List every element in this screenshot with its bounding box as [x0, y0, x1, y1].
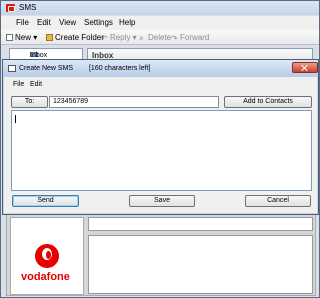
- forward-button-label: Forward: [180, 33, 210, 42]
- dialog-titlebar[interactable]: Create New SMS [160 characters left]: [3, 60, 318, 77]
- main-toolbar: New ▾ Create Folder ↶ Reply ▾ × Delete ↷ Fo…: [1, 30, 319, 45]
- forward-icon: ↷: [171, 34, 178, 43]
- send-button[interactable]: Send: [12, 195, 79, 207]
- close-button[interactable]: [292, 62, 318, 73]
- message-text-area[interactable]: [11, 110, 312, 191]
- dialog-menu-file[interactable]: File: [13, 81, 24, 88]
- message-preview-header: [88, 217, 313, 231]
- vodafone-logo-icon: [35, 244, 59, 268]
- save-button[interactable]: Save: [129, 195, 195, 207]
- delete-button[interactable]: × Delete: [139, 33, 172, 43]
- folder-icon: [46, 34, 53, 41]
- menu-edit[interactable]: Edit: [37, 18, 51, 27]
- forward-button[interactable]: ↷ Forward: [171, 33, 210, 43]
- characters-left-counter: [160 characters left]: [88, 65, 151, 72]
- add-to-contacts-button[interactable]: Add to Contacts: [224, 96, 312, 108]
- dialog-menubar: File Edit: [3, 78, 318, 90]
- menu-settings[interactable]: Settings: [84, 18, 113, 27]
- sms-main-window: SMS File Edit View Settings Help New ▾ C…: [0, 0, 320, 298]
- cancel-button[interactable]: Cancel: [245, 195, 311, 207]
- vodafone-logo-text: vodafone: [21, 271, 70, 283]
- folder-item-inbox[interactable]: Inbox: [30, 52, 47, 59]
- main-titlebar[interactable]: SMS: [1, 1, 319, 15]
- new-button[interactable]: New ▾: [6, 33, 37, 42]
- delete-icon: ×: [139, 34, 144, 43]
- menu-help[interactable]: Help: [119, 18, 135, 27]
- main-window-title: SMS: [19, 3, 37, 12]
- menu-file[interactable]: File: [16, 18, 29, 27]
- sms-app-icon: [6, 4, 15, 12]
- recipient-input[interactable]: 123456789: [49, 96, 219, 108]
- new-button-label: New: [15, 33, 32, 42]
- create-folder-label: Create Folder: [55, 33, 104, 42]
- delete-button-label: Delete: [148, 33, 172, 42]
- reply-icon: ↶: [101, 34, 108, 43]
- create-folder-button[interactable]: Create Folder: [46, 33, 104, 42]
- menu-view[interactable]: View: [59, 18, 76, 27]
- dialog-menu-edit[interactable]: Edit: [30, 81, 42, 88]
- main-menubar: File Edit View Settings Help: [1, 16, 319, 30]
- new-message-icon: [6, 34, 13, 41]
- dialog-title: Create New SMS [160 characters left]: [19, 65, 150, 72]
- message-preview-body: [88, 235, 313, 294]
- dialog-title-text: Create New SMS: [19, 65, 74, 72]
- sms-dialog-icon: [8, 65, 16, 72]
- to-button[interactable]: To:: [11, 96, 48, 108]
- reply-button[interactable]: ↶ Reply ▾: [101, 33, 137, 43]
- vodafone-logo-panel: vodafone: [10, 217, 84, 295]
- create-new-sms-dialog: Create New SMS [160 characters left] Fil…: [2, 59, 319, 215]
- text-cursor: [15, 115, 16, 123]
- reply-button-label: Reply: [110, 33, 131, 42]
